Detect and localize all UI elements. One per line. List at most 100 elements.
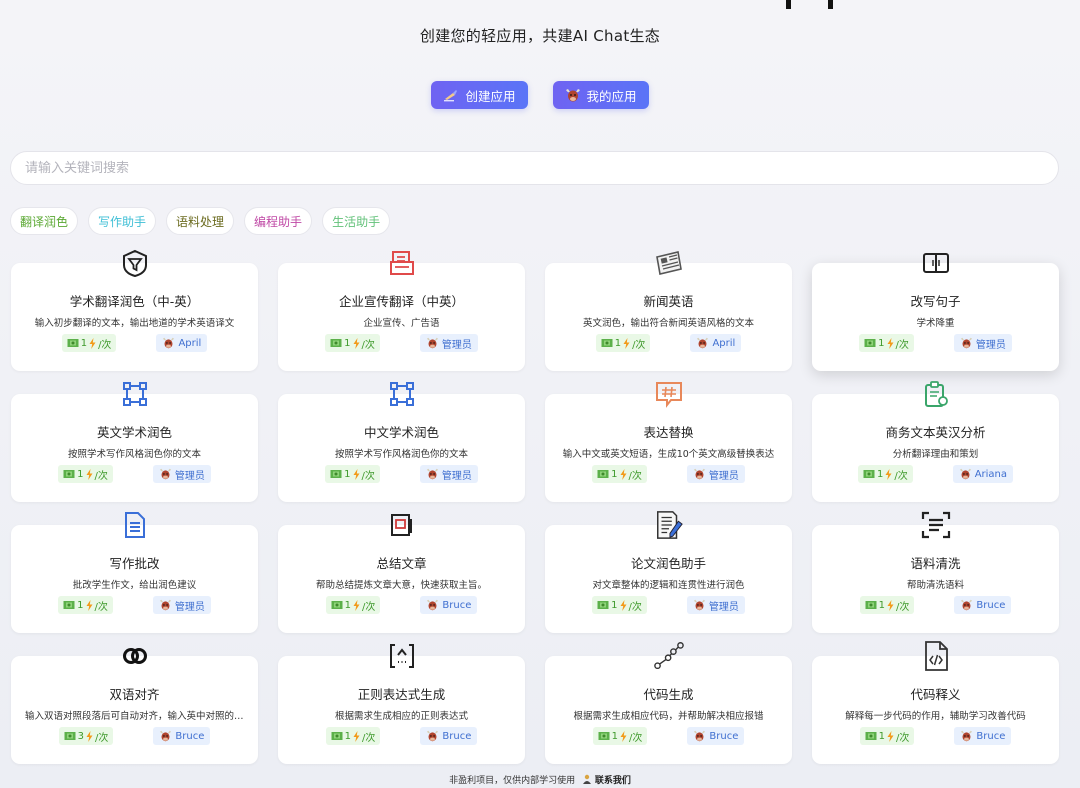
app-card-cell: 商务文本英汉分析 分析翻译理由和策划 1/次 Ariana — [812, 379, 1059, 510]
app-card-description: 英文润色，输出符合新闻英语风格的文本 — [582, 318, 754, 329]
create-app-button[interactable]: 创建应用 — [431, 81, 528, 109]
author-badge: Bruce — [420, 596, 478, 614]
app-card[interactable]: 正则表达式生成 根据需求生成相应的正则表达式 1/次 Bruce — [278, 656, 525, 764]
tag-corpus[interactable]: 语料处理 — [166, 207, 235, 235]
cost-unit: /次 — [361, 339, 375, 351]
app-card-meta: 1/次 Bruce — [812, 727, 1059, 745]
hashtag-chat-icon — [654, 379, 684, 409]
app-card[interactable]: 总结文章 帮助总结提炼文章大意，快速获取主旨。 1/次 Bruce — [278, 525, 525, 633]
cost-unit: /次 — [896, 601, 910, 613]
cost-value: 1 — [344, 468, 351, 480]
cost-unit: /次 — [362, 732, 376, 744]
author-badge: 管理员 — [419, 334, 478, 352]
app-card[interactable]: 新闻英语 英文润色，输出符合新闻英语风格的文本 1/次 April — [545, 263, 792, 371]
money-icon — [865, 732, 877, 740]
my-apps-button[interactable]: 我的应用 — [552, 81, 649, 109]
tag-label: 编程助手 — [254, 214, 303, 229]
app-card[interactable]: 写作批改 批改学生作文，给出润色建议 1/次 管理员 — [11, 525, 258, 633]
category-tags: 翻译润色 写作助手 语料处理 编程助手 生活助手 — [10, 207, 391, 235]
app-card-cell: 代码生成 根据需求生成相应代码，并帮助解决相应报错 1/次 Bruce — [545, 641, 792, 772]
app-card-description: 按照学术写作风格润色你的文本 — [67, 449, 201, 460]
app-card-description: 根据需求生成相应的正则表达式 — [334, 711, 468, 722]
tag-translation[interactable]: 翻译润色 — [10, 207, 79, 235]
author-badge: 管理员 — [419, 465, 478, 483]
cost-value: 1 — [611, 730, 619, 742]
search-input[interactable] — [10, 151, 1059, 185]
app-card-title: 企业宣传翻译（中英） — [338, 294, 464, 309]
cost-badge: 1/次 — [61, 334, 117, 352]
author-name: 管理员 — [975, 339, 1006, 351]
app-card-cell: 企业宣传翻译（中英） 企业宣传、广告语 1/次 管理员 — [278, 248, 525, 379]
app-card[interactable]: 学术翻译润色（中-英） 输入初步翻译的文本，输出地道的学术英语译文 1/次 Ap… — [11, 263, 258, 371]
app-card-title: 改写句子 — [910, 294, 961, 309]
app-card-meta: 1/次 Bruce — [812, 596, 1059, 614]
cost-badge: 1/次 — [857, 465, 913, 483]
app-card-title: 写作批改 — [109, 556, 160, 571]
author-name: April — [712, 337, 736, 349]
cost-badge: 1/次 — [325, 465, 380, 483]
app-card[interactable]: 中文学术润色 按照学术写作风格润色你的文本 1/次 管理员 — [278, 394, 525, 502]
author-name: Bruce — [442, 730, 472, 742]
author-avatar-icon — [427, 730, 439, 742]
app-card-meta: 1/次 April — [11, 334, 258, 352]
app-card[interactable]: 表达替换 输入中文或英文短语，生成10个英文高级替换表达 1/次 管理员 — [545, 394, 792, 502]
tag-writing[interactable]: 写作助手 — [88, 207, 157, 235]
cost-value: 1 — [876, 468, 884, 480]
app-card-meta: 1/次 管理员 — [278, 465, 525, 483]
author-avatar-icon — [694, 730, 706, 742]
app-card[interactable]: 代码释义 解释每一步代码的作用，辅助学习改善代码 1/次 Bruce — [812, 656, 1059, 764]
cost-unit: /次 — [94, 470, 108, 482]
app-card[interactable]: 双语对齐 输入双语对照段落后可自动对齐，输入英中对照的文本 3/次 Bruce — [11, 656, 258, 764]
tag-programming[interactable]: 编程助手 — [244, 207, 313, 235]
lightning-icon — [885, 468, 892, 480]
app-card[interactable]: 论文润色助手 对文章整体的逻辑和连贯性进行润色 1/次 管理员 — [545, 525, 792, 633]
author-name: Bruce — [442, 599, 472, 611]
app-card[interactable]: 企业宣传翻译（中英） 企业宣传、广告语 1/次 管理员 — [278, 263, 525, 371]
app-card-title: 代码生成 — [643, 687, 694, 702]
author-avatar-icon — [159, 468, 171, 480]
author-name: Bruce — [976, 599, 1006, 611]
app-card-cell: 论文润色助手 对文章整体的逻辑和连贯性进行润色 1/次 管理员 — [545, 510, 792, 641]
cost-unit: /次 — [362, 601, 376, 613]
cost-badge: 1/次 — [325, 727, 381, 745]
person-icon — [583, 774, 591, 784]
footer-text: 非盈利项目，仅供内部学习使用 — [449, 776, 576, 786]
money-icon — [597, 470, 609, 478]
app-card[interactable]: 代码生成 根据需求生成相应代码，并帮助解决相应报错 1/次 Bruce — [545, 656, 792, 764]
app-card[interactable]: 商务文本英汉分析 分析翻译理由和策划 1/次 Ariana — [812, 394, 1059, 502]
app-card-meta: 1/次 Ariana — [812, 465, 1059, 483]
cost-badge: 1/次 — [859, 596, 915, 614]
app-card-meta: 3/次 Bruce — [11, 727, 258, 745]
cost-badge: 1/次 — [325, 596, 381, 614]
author-badge: 管理员 — [686, 596, 745, 614]
money-icon — [63, 470, 75, 478]
author-avatar-icon — [693, 599, 705, 611]
app-card-title: 商务文本英汉分析 — [885, 425, 986, 440]
author-avatar-icon — [959, 468, 971, 480]
app-card-cell: 学术翻译润色（中-英） 输入初步翻译的文本，输出地道的学术英语译文 1/次 Ap… — [11, 248, 258, 379]
author-badge: April — [690, 334, 742, 352]
page-subtitle: 创建您的轻应用，共建AI Chat生态 — [419, 27, 661, 45]
author-name: Ariana — [974, 468, 1008, 480]
tag-life[interactable]: 生活助手 — [322, 207, 391, 235]
cost-value: 1 — [611, 468, 618, 480]
cost-badge: 1/次 — [595, 334, 651, 352]
app-card[interactable]: 英文学术润色 按照学术写作风格润色你的文本 1/次 管理员 — [11, 394, 258, 502]
app-card-description: 帮助总结提炼文章大意，快速获取主旨。 — [315, 580, 487, 591]
author-badge: 管理员 — [686, 465, 745, 483]
cost-unit: /次 — [98, 339, 112, 351]
code-file-icon — [921, 641, 951, 671]
nodes-icon — [387, 379, 417, 409]
app-card[interactable]: 改写句子 学术降重 1/次 管理员 — [812, 263, 1059, 371]
lightning-icon — [353, 599, 360, 611]
author-avatar-icon — [961, 599, 973, 611]
app-card-title: 论文润色助手 — [630, 556, 706, 571]
app-card-description: 学术降重 — [916, 318, 955, 329]
cost-badge: 1/次 — [859, 334, 914, 352]
app-card[interactable]: 语料清洗 帮助清洗语料 1/次 Bruce — [812, 525, 1059, 633]
app-card-cell: 写作批改 批改学生作文，给出润色建议 1/次 管理员 — [11, 510, 258, 641]
lightning-icon — [86, 730, 93, 742]
contact-us-link[interactable]: 联系我们 — [595, 776, 631, 786]
app-card-description: 输入双语对照段落后可自动对齐，输入英中对照的文本 — [25, 711, 244, 722]
author-badge: Ariana — [952, 465, 1014, 483]
